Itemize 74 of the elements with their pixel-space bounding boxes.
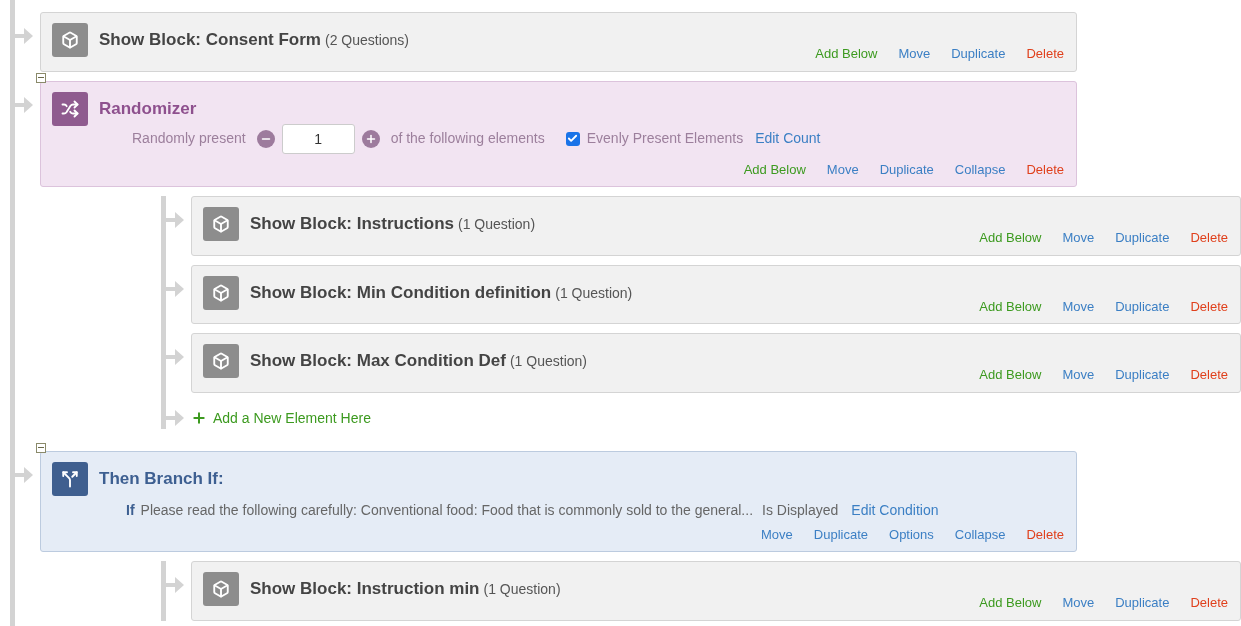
action-link[interactable]: Add Below bbox=[979, 228, 1042, 248]
arrow-icon bbox=[166, 212, 184, 228]
element-title: Show Block: Instruction min bbox=[250, 578, 480, 600]
collapse-toggle[interactable] bbox=[36, 72, 46, 83]
randomize-label: of the following elements bbox=[390, 129, 545, 148]
cube-icon bbox=[203, 572, 239, 606]
cube-icon bbox=[203, 207, 239, 241]
action-link[interactable]: Collapse bbox=[954, 159, 1006, 179]
branch-icon bbox=[52, 461, 88, 496]
action-link[interactable]: Duplicate bbox=[1115, 365, 1170, 385]
action-link[interactable]: Duplicate bbox=[1115, 228, 1170, 248]
action-link[interactable]: Delete bbox=[1026, 159, 1064, 179]
condition-operator: Is Displayed bbox=[762, 500, 839, 520]
element-title: Show Block: Instructions bbox=[250, 213, 455, 235]
action-link[interactable]: Options bbox=[889, 524, 934, 544]
question-count: (1 Question) bbox=[555, 283, 633, 303]
collapse-toggle[interactable] bbox=[36, 442, 46, 453]
action-link[interactable]: Delete bbox=[1026, 44, 1064, 64]
arrow-icon bbox=[15, 466, 33, 483]
plus-icon bbox=[364, 132, 377, 145]
action-link[interactable]: Add Below bbox=[815, 44, 878, 64]
arrow-icon bbox=[15, 28, 33, 44]
action-link[interactable]: Duplicate bbox=[1115, 296, 1170, 316]
arrow-icon bbox=[166, 577, 184, 593]
question-count: (1 Question) bbox=[483, 580, 561, 599]
action-link[interactable]: Duplicate bbox=[879, 159, 934, 179]
question-count: (1 Question) bbox=[458, 215, 536, 234]
element-title: Show Block: Consent Form bbox=[99, 29, 321, 51]
question-count: (1 Question) bbox=[509, 352, 587, 371]
count-input[interactable]: 1 bbox=[281, 123, 355, 154]
action-link[interactable]: Move bbox=[761, 524, 793, 544]
question-count: (2 Questions) bbox=[324, 31, 409, 50]
arrow-icon bbox=[15, 96, 33, 113]
checkbox-label: Evenly Present Elements bbox=[586, 129, 744, 148]
element-title: Randomizer bbox=[99, 97, 197, 120]
edit-condition-link[interactable]: Edit Condition bbox=[851, 499, 939, 521]
action-link[interactable]: Move bbox=[1062, 296, 1095, 316]
arrow-icon bbox=[166, 280, 184, 297]
action-link[interactable]: Delete bbox=[1190, 296, 1228, 316]
action-link[interactable]: Add Below bbox=[979, 365, 1042, 385]
element-title: Then Branch If: bbox=[99, 467, 224, 490]
action-link[interactable]: Move bbox=[826, 159, 859, 179]
increase-button[interactable] bbox=[361, 129, 380, 148]
action-link[interactable]: Collapse bbox=[954, 524, 1006, 544]
plus-icon bbox=[191, 410, 207, 426]
cube-icon bbox=[203, 344, 239, 378]
action-link[interactable]: Duplicate bbox=[951, 44, 1006, 64]
element-title: Show Block: Max Condition Def bbox=[250, 350, 506, 372]
edit-count-link[interactable]: Edit Count bbox=[755, 128, 821, 149]
action-link[interactable]: Move bbox=[1062, 365, 1095, 385]
decrease-button[interactable] bbox=[256, 129, 275, 148]
action-link[interactable]: Duplicate bbox=[813, 524, 868, 544]
shuffle-icon bbox=[52, 91, 88, 126]
action-link[interactable]: Delete bbox=[1190, 365, 1228, 385]
action-link[interactable]: Add Below bbox=[743, 159, 806, 179]
action-link[interactable]: Add Below bbox=[979, 296, 1042, 316]
action-link[interactable]: Duplicate bbox=[1115, 593, 1170, 613]
cube-icon bbox=[203, 275, 239, 310]
action-link[interactable]: Move bbox=[1062, 228, 1095, 248]
checkbox[interactable] bbox=[565, 131, 580, 146]
action-link[interactable]: Move bbox=[898, 44, 931, 64]
action-link[interactable]: Move bbox=[1062, 593, 1095, 613]
add-element-link[interactable]: Add a New Element Here bbox=[191, 407, 371, 429]
cube-icon bbox=[52, 23, 88, 57]
action-link[interactable]: Delete bbox=[1190, 228, 1228, 248]
action-link[interactable]: Add Below bbox=[979, 593, 1042, 613]
arrow-icon bbox=[166, 349, 184, 365]
arrow-icon bbox=[166, 410, 184, 426]
action-link[interactable]: Delete bbox=[1190, 593, 1228, 613]
condition-text: Please read the following carefully: Conventional food: Food that is commonly sold to the general... bbox=[140, 500, 754, 520]
action-link[interactable]: Delete bbox=[1026, 524, 1064, 544]
element-title: Show Block: Min Condition definition bbox=[250, 281, 552, 304]
randomize-label: Randomly present bbox=[132, 129, 246, 148]
condition-keyword: If bbox=[126, 500, 135, 520]
